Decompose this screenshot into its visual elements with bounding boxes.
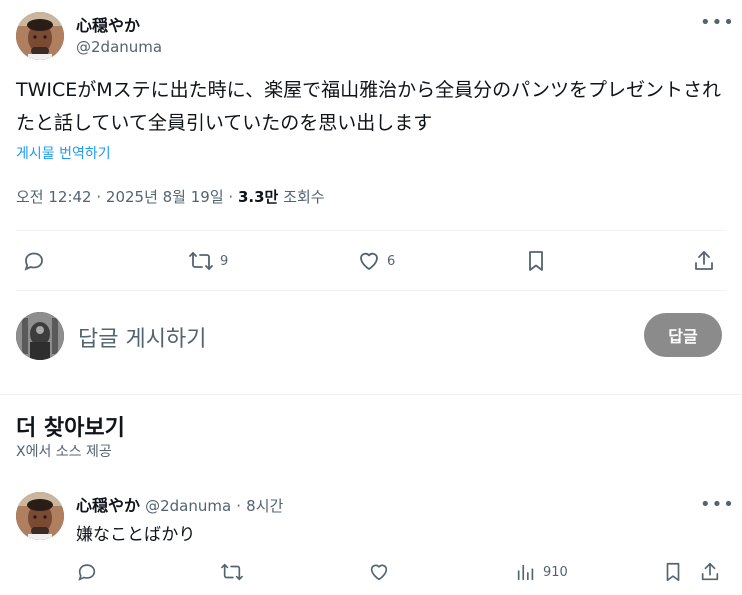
like-button[interactable]: 6 xyxy=(357,249,395,273)
share-icon xyxy=(695,251,713,270)
reply-header: 心穏やか @2danuma · 8시간 xyxy=(76,492,283,516)
reply-text: 嫌なことばかり xyxy=(76,525,196,545)
reply-button[interactable] xyxy=(22,249,46,273)
author-avatar[interactable] xyxy=(16,12,64,60)
reply-author-avatar[interactable] xyxy=(16,492,64,540)
reply-views-count: 910 xyxy=(543,564,568,580)
reply-more-options-icon[interactable]: ••• xyxy=(700,496,735,514)
user-avatar[interactable] xyxy=(16,312,64,360)
reply-icon xyxy=(24,252,43,271)
reply-separator: · xyxy=(236,497,242,515)
translate-link[interactable]: 게시물 번역하기 xyxy=(16,143,111,163)
timestamp[interactable]: 오전 12:42 · 2025년 8월 19일 xyxy=(16,188,224,206)
retweet-icon xyxy=(189,252,213,270)
reply-author-handle[interactable]: @2danuma xyxy=(145,497,231,515)
bookmark-button[interactable] xyxy=(524,249,548,273)
more-options-icon[interactable]: ••• xyxy=(700,14,735,32)
tweet-meta: 오전 12:42 · 2025년 8월 19일 · 3.3만 조회수 xyxy=(16,186,325,207)
reply-bookmark-button[interactable] xyxy=(662,561,684,583)
reply-submit-button[interactable]: 답글 xyxy=(644,313,722,357)
retweet-count: 9 xyxy=(220,253,229,269)
bookmark-icon xyxy=(529,251,543,271)
divider xyxy=(0,394,742,395)
views-icon xyxy=(517,564,534,581)
reply-share-button[interactable] xyxy=(699,561,721,583)
reply-reply-button[interactable] xyxy=(76,561,98,583)
views-count: 3.3만 xyxy=(237,188,279,206)
tweet-text: TWICEがMステに出た時に、楽屋で福山雅治から全員分のパンツをプレゼントされた… xyxy=(16,79,722,134)
reply-icon xyxy=(78,564,96,581)
share-icon xyxy=(701,562,719,581)
share-button[interactable] xyxy=(692,249,716,273)
author-name[interactable]: 心穏やか xyxy=(76,12,140,36)
reply-author-name[interactable]: 心穏やか xyxy=(76,496,140,515)
author-handle[interactable]: @2danuma xyxy=(76,38,162,56)
divider xyxy=(16,290,726,291)
reply-views-button[interactable]: 910 xyxy=(515,561,568,583)
like-count: 6 xyxy=(387,253,396,269)
reply-input[interactable]: 답글 게시하기 xyxy=(78,321,206,353)
section-subtitle: X에서 소스 제공 xyxy=(16,444,112,460)
views-label: 조회수 xyxy=(283,188,325,206)
retweet-icon xyxy=(221,563,243,581)
reply-retweet-button[interactable] xyxy=(220,561,244,583)
reply-like-button[interactable] xyxy=(368,561,390,583)
like-icon xyxy=(370,564,388,581)
divider xyxy=(16,230,726,231)
meta-separator: · xyxy=(228,188,234,206)
bookmark-icon xyxy=(666,562,680,582)
like-icon xyxy=(360,252,378,270)
reply-time[interactable]: 8시간 xyxy=(246,497,283,515)
retweet-button[interactable]: 9 xyxy=(188,249,228,273)
section-title: 더 찾아보기 xyxy=(16,416,125,441)
